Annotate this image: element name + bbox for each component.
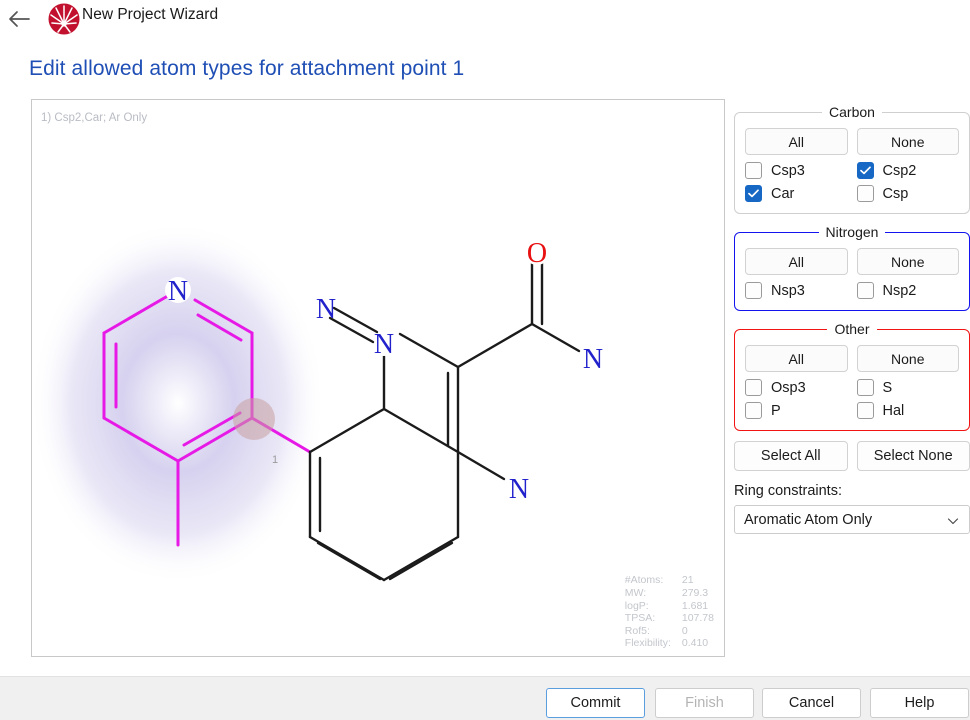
property-row: MW: 279.3 [625, 587, 714, 600]
back-arrow-glyph [9, 11, 30, 27]
checkbox-label: S [882, 379, 893, 396]
property-value: 107.78 [681, 612, 714, 625]
property-key: logP: [624, 599, 649, 612]
new-project-wizard-window: New Project Wizard Edit allowed atom typ… [0, 0, 970, 720]
nitrogen-button-row: All None [745, 248, 959, 275]
property-row: Rof5: 0 [625, 625, 714, 638]
nitrogen-none-button[interactable]: None [856, 248, 959, 275]
molecule-drawing: N N N O N N 1 [32, 221, 605, 585]
title-bar: New Project Wizard [0, 0, 970, 38]
checkbox-nsp3[interactable]: Nsp3 [745, 282, 848, 299]
property-row: #Atoms: 21 [625, 574, 714, 587]
checkbox-csp3[interactable]: Csp3 [745, 162, 848, 179]
nitrogen-all-button[interactable]: All [745, 248, 848, 275]
property-key: Rof5: [624, 624, 650, 637]
carbon-all-button[interactable]: All [745, 128, 848, 155]
checkbox-label: Nsp3 [771, 282, 805, 299]
other-button-row: All None [745, 345, 959, 372]
other-all-button[interactable]: All [745, 345, 848, 372]
molecule-properties: #Atoms: 21 MW: 279.3 logP: 1.681 TPSA: 1… [625, 574, 714, 650]
atom-label-amine-n: N [509, 474, 529, 505]
checkbox-box [745, 402, 762, 419]
checkbox-label: Csp3 [771, 162, 805, 179]
core-scaffold [308, 257, 581, 582]
checkbox-box [856, 402, 874, 419]
checkbox-p[interactable]: P [745, 402, 848, 419]
ring-constraints-value: Aromatic Atom Only [744, 511, 873, 528]
select-buttons-row: Select All Select None [734, 441, 970, 471]
checkbox-box [745, 379, 762, 396]
starburst-logo-icon [46, 2, 82, 36]
property-row: Flexibility: 0.410 [625, 637, 714, 650]
commit-button[interactable]: Commit [546, 688, 645, 718]
checkbox-label: Csp2 [882, 162, 917, 179]
group-other: Other All None Osp3 S P Hal [734, 321, 970, 431]
checkbox-csp[interactable]: Csp [856, 185, 960, 202]
cancel-button[interactable]: Cancel [762, 688, 861, 718]
checkbox-csp2[interactable]: Csp2 [856, 162, 960, 179]
property-row: TPSA: 107.78 [625, 612, 714, 625]
checkbox-label: Car [771, 185, 795, 202]
atom-label-pyridine-n: N [168, 276, 188, 307]
footer-button-bar: Commit Finish Cancel Help [0, 676, 970, 720]
checkbox-s[interactable]: S [856, 379, 960, 396]
checkbox-label: Hal [882, 402, 905, 419]
checkbox-label: Nsp2 [882, 282, 917, 299]
back-arrow-icon[interactable] [6, 7, 32, 31]
molecule-canvas[interactable]: 1) Csp2,Car; Ar Only N N N O N N 1 #Atom… [31, 99, 725, 657]
property-value: 21 [681, 574, 694, 587]
canvas-atom-type-label: 1) Csp2,Car; Ar Only [41, 112, 148, 124]
checkbox-car[interactable]: Car [745, 185, 848, 202]
attachment-point-index: 1 [272, 454, 278, 466]
checkbox-box [745, 185, 762, 202]
ring-constraints-dropdown[interactable]: Aromatic Atom Only [734, 505, 970, 534]
carbon-button-row: All None [745, 128, 959, 155]
finish-button: Finish [655, 688, 754, 718]
checkbox-box [856, 185, 874, 202]
checkbox-box [856, 379, 874, 396]
checkbox-nsp2[interactable]: Nsp2 [856, 282, 960, 299]
page-title: Edit allowed atom types for attachment p… [29, 57, 465, 80]
group-nitrogen: Nitrogen All None Nsp3 Nsp2 [734, 224, 970, 311]
atom-label-amide-n: N [583, 344, 603, 375]
checkbox-box [745, 282, 762, 299]
property-key: Flexibility: [624, 637, 671, 650]
checkbox-osp3[interactable]: Osp3 [745, 379, 848, 396]
select-none-button[interactable]: Select None [856, 441, 970, 471]
property-key: MW: [624, 587, 647, 600]
ring-constraints-label: Ring constraints: [734, 483, 842, 499]
other-none-button[interactable]: None [856, 345, 959, 372]
group-nitrogen-legend: Nitrogen [825, 224, 879, 240]
atom-type-options-panel: Carbon All None Csp3 Csp2 Car Csp Nitrog… [734, 104, 970, 534]
other-checkbox-grid: Osp3 S P Hal [745, 379, 959, 419]
chevron-down-icon [947, 514, 959, 526]
carbon-checkbox-grid: Csp3 Csp2 Car Csp [745, 162, 959, 202]
property-key: #Atoms: [624, 574, 664, 587]
atom-label-cinnoline-n1: N [374, 329, 394, 360]
property-value: 279.3 [681, 587, 709, 600]
help-button[interactable]: Help [870, 688, 969, 718]
checkbox-box [745, 162, 762, 179]
property-key: TPSA: [624, 612, 656, 625]
checkbox-label: Osp3 [771, 379, 806, 396]
group-other-legend: Other [834, 321, 870, 337]
property-value: 1.681 [681, 599, 709, 612]
property-row: logP: 1.681 [625, 600, 714, 613]
atom-label-cinnoline-n2: N [316, 294, 336, 325]
nitrogen-checkbox-grid: Nsp3 Nsp2 [745, 282, 959, 299]
carbon-none-button[interactable]: None [856, 128, 959, 155]
checkbox-label: P [771, 402, 781, 419]
checkbox-hal[interactable]: Hal [856, 402, 960, 419]
attachment-point-marker [233, 398, 275, 440]
group-carbon-legend: Carbon [829, 104, 875, 120]
checkbox-box [856, 282, 874, 299]
property-value: 0 [681, 624, 688, 637]
atom-label-amide-o: O [527, 238, 547, 269]
app-title: New Project Wizard [82, 6, 219, 23]
select-all-button[interactable]: Select All [734, 441, 848, 471]
checkbox-label: Csp [882, 185, 909, 202]
property-value: 0.410 [681, 637, 709, 650]
group-carbon: Carbon All None Csp3 Csp2 Car Csp [734, 104, 970, 214]
checkbox-box [856, 162, 874, 179]
